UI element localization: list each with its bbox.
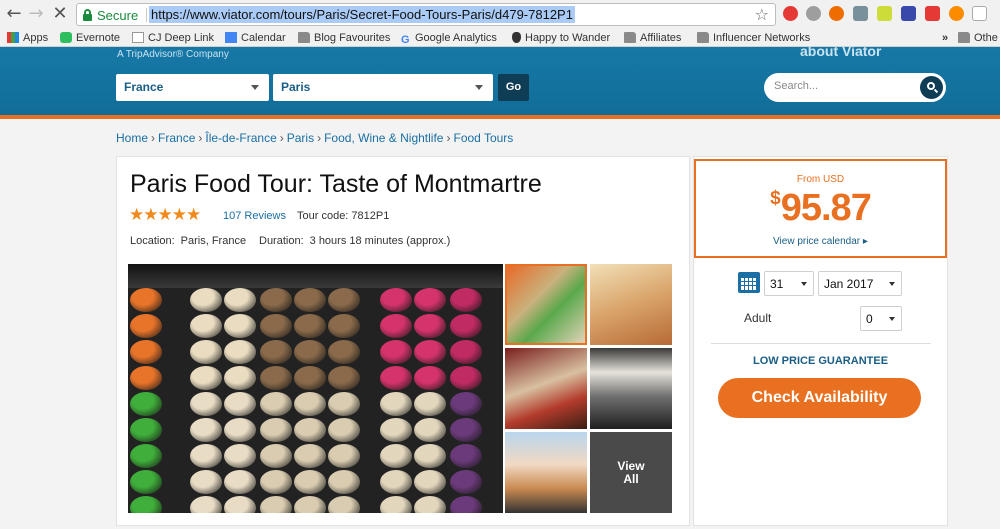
from-label: From USD — [796, 174, 845, 185]
bookmark-cj-deep-link[interactable]: CJ Deep Link — [132, 31, 214, 45]
bookmark-google-analytics[interactable]: G Google Analytics — [401, 31, 497, 46]
breadcrumb-france[interactable]: France — [158, 131, 195, 145]
url-text[interactable]: https://www.viator.com/tours/Paris/Secre… — [149, 6, 575, 23]
view-all-photos-button[interactable]: View All — [590, 432, 672, 513]
google-icon: G — [401, 34, 410, 46]
day-select[interactable]: 31 — [764, 271, 814, 296]
divider — [711, 343, 931, 344]
price-box: From USD $95.87 View price calendar ▸ — [694, 159, 947, 258]
rating-stars: ★★★★★ — [129, 205, 201, 225]
star-icon: ★ — [143, 205, 158, 225]
location-info: Location: Paris, France — [130, 235, 247, 247]
go-button[interactable]: Go — [498, 74, 529, 101]
main-photo[interactable] — [128, 264, 503, 513]
folder-icon — [697, 32, 709, 43]
notes-extension-icon[interactable] — [877, 6, 892, 21]
chevron-down-icon — [889, 317, 895, 321]
adult-count-select[interactable]: 0 — [860, 306, 902, 331]
thumbnail-3[interactable] — [505, 348, 587, 429]
star-icon: ★ — [129, 205, 144, 225]
star-icon: ★ — [171, 205, 187, 225]
bookmark-influencer-networks[interactable]: Influencer Networks — [697, 31, 810, 45]
search-button[interactable] — [920, 76, 943, 99]
flipboard-extension-icon[interactable] — [925, 6, 940, 21]
breadcrumb-home[interactable]: Home — [116, 131, 148, 145]
photo-gallery: View All — [128, 264, 673, 513]
lock-icon — [83, 9, 92, 21]
thumbnail-4[interactable] — [590, 348, 672, 429]
breadcrumb-food-tours[interactable]: Food Tours — [453, 131, 513, 145]
product-card: Paris Food Tour: Taste of Montmartre ★★★… — [116, 156, 690, 526]
bookmark-apps[interactable]: Apps — [7, 31, 48, 45]
page-title: Paris Food Tour: Taste of Montmartre — [130, 170, 542, 198]
page-icon — [132, 32, 144, 43]
header-accent-stripe — [0, 115, 1000, 119]
folder-icon — [298, 32, 310, 43]
search-box — [764, 73, 946, 102]
price-value: $95.87 — [770, 187, 872, 229]
country-select[interactable]: France — [116, 74, 269, 101]
bookmarks-overflow-button[interactable]: » — [942, 31, 948, 45]
folder-icon — [624, 32, 636, 43]
view-price-calendar-link[interactable]: View price calendar ▸ — [696, 236, 945, 247]
browser-toolbar: ← → ✕ Secure https://www.viator.com/tour… — [0, 0, 1000, 29]
chevron-down-icon — [801, 282, 807, 286]
address-bar[interactable]: Secure https://www.viator.com/tours/Pari… — [76, 3, 776, 26]
about-viator-link[interactable]: about Viator — [800, 43, 881, 59]
screenshot-extension-icon[interactable] — [901, 6, 916, 21]
chevron-down-icon — [251, 85, 259, 90]
bookmark-affiliates[interactable]: Affiliates — [624, 31, 681, 45]
breadcrumb-ile-de-france[interactable]: Île-de-France — [205, 131, 276, 145]
tour-code: Tour code: 7812P1 — [297, 210, 390, 222]
booking-panel: From USD $95.87 View price calendar ▸ 31… — [693, 156, 948, 526]
gear-extension-icon[interactable] — [806, 6, 821, 21]
month-select[interactable]: Jan 2017 — [818, 271, 902, 296]
city-select[interactable]: Paris — [273, 74, 493, 101]
stop-icon[interactable]: ✕ — [50, 4, 70, 24]
check-availability-button[interactable]: Check Availability — [718, 378, 921, 418]
bookmark-blog-favourites[interactable]: Blog Favourites — [298, 31, 390, 45]
url-separator — [146, 8, 147, 22]
breadcrumb-food-wine-nightlife[interactable]: Food, Wine & Nightlife — [324, 131, 443, 145]
chevron-down-icon — [475, 85, 483, 90]
adult-label: Adult — [744, 311, 772, 325]
cast-icon[interactable] — [853, 6, 868, 21]
bookmark-other[interactable]: Othe — [958, 31, 998, 45]
thumbnail-5[interactable] — [505, 432, 587, 513]
bookmark-calendar[interactable]: Calendar — [225, 31, 286, 45]
calendar-icon[interactable] — [738, 272, 760, 293]
bookmark-evernote[interactable]: Evernote — [60, 31, 120, 45]
search-input[interactable] — [774, 80, 914, 92]
extension-icon[interactable] — [829, 6, 844, 21]
bookmark-happy-to-wander[interactable]: Happy to Wander — [512, 31, 610, 45]
duration-info: Duration: 3 hours 18 minutes (approx.) — [259, 235, 451, 247]
star-icon: ★ — [157, 205, 173, 225]
secure-label: Secure — [97, 8, 139, 23]
bookmark-star-icon[interactable]: ☆ — [755, 5, 769, 24]
forward-icon[interactable]: → — [26, 4, 46, 24]
tagline: A TripAdvisor® Company — [117, 49, 229, 60]
thumbnail-1[interactable] — [505, 264, 587, 345]
opera-extension-icon[interactable] — [783, 6, 798, 21]
evernote-icon — [60, 32, 72, 43]
folder-icon — [958, 32, 970, 43]
breadcrumb-paris[interactable]: Paris — [287, 131, 314, 145]
reviews-link[interactable]: 107 Reviews — [223, 210, 286, 222]
site-header: A TripAdvisor® Company about Viator Fran… — [0, 43, 1000, 115]
puzzle-extension-icon[interactable] — [949, 6, 964, 21]
star-icon: ★ — [186, 205, 201, 225]
thumbnail-2[interactable] — [590, 264, 672, 345]
gmail-extension-icon[interactable] — [972, 6, 987, 21]
calendar-icon — [225, 32, 237, 43]
back-icon[interactable]: ← — [4, 4, 24, 24]
chevron-down-icon — [889, 282, 895, 286]
apps-icon — [7, 32, 19, 43]
breadcrumb: Home › France › Île-de-France › Paris › Food, Wi… — [116, 131, 514, 145]
footprint-icon — [512, 32, 521, 43]
low-price-guarantee[interactable]: LOW PRICE GUARANTEE — [694, 355, 947, 367]
